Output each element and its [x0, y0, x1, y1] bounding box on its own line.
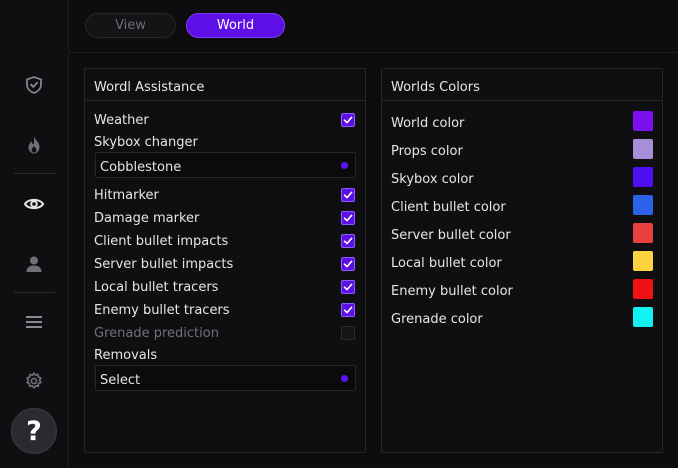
- tab-world[interactable]: World: [186, 13, 285, 38]
- world-assistance-panel: Wordl Assistance Weather Skybox changer …: [84, 68, 366, 453]
- server-bullet-color-row: Server bullet color: [391, 223, 653, 244]
- local-bullet-color-label: Local bullet color: [391, 256, 502, 271]
- hitmarker-row: Hitmarker: [94, 188, 355, 204]
- props-color-swatch[interactable]: [633, 139, 653, 159]
- top-bar: View World: [69, 0, 678, 53]
- props-color-row: Props color: [391, 139, 653, 160]
- server-bullet-color-swatch[interactable]: [633, 223, 653, 243]
- skybox-color-swatch[interactable]: [633, 167, 653, 187]
- panel-title: Wordl Assistance: [85, 69, 365, 101]
- weather-checkbox[interactable]: [341, 113, 355, 127]
- removals-select[interactable]: Select: [95, 365, 356, 391]
- enemy-bullet-tracers-checkbox[interactable]: [341, 303, 355, 317]
- enemy-bullet-tracers-row: Enemy bullet tracers: [94, 303, 355, 319]
- server-bullet-impacts-row: Server bullet impacts: [94, 257, 355, 273]
- local-bullet-tracers-checkbox[interactable]: [341, 280, 355, 294]
- dropdown-dot-icon: [341, 375, 348, 382]
- enemy-bullet-color-swatch[interactable]: [633, 279, 653, 299]
- enemy-bullet-color-label: Enemy bullet color: [391, 284, 513, 299]
- skybox-changer-label: Skybox changer: [94, 135, 198, 150]
- skybox-changer-row: Skybox changer: [94, 135, 355, 151]
- damage-marker-row: Damage marker: [94, 211, 355, 227]
- user-icon[interactable]: [20, 250, 48, 278]
- local-bullet-tracers-row: Local bullet tracers: [94, 280, 355, 296]
- server-bullet-impacts-label: Server bullet impacts: [94, 257, 234, 272]
- flame-icon[interactable]: [20, 131, 48, 159]
- local-bullet-color-swatch[interactable]: [633, 251, 653, 271]
- client-bullet-impacts-label: Client bullet impacts: [94, 234, 229, 249]
- tab-view[interactable]: View: [85, 13, 176, 38]
- server-bullet-color-label: Server bullet color: [391, 228, 511, 243]
- skybox-select-value: Cobblestone: [100, 160, 182, 175]
- weather-label: Weather: [94, 113, 149, 128]
- grenade-prediction-label: Grenade prediction: [94, 326, 219, 341]
- gear-icon[interactable]: [20, 367, 48, 395]
- client-bullet-color-label: Client bullet color: [391, 200, 506, 215]
- props-color-label: Props color: [391, 144, 463, 159]
- hitmarker-label: Hitmarker: [94, 188, 159, 203]
- dropdown-dot-icon: [341, 162, 348, 169]
- removals-label: Removals: [94, 348, 158, 363]
- client-bullet-color-row: Client bullet color: [391, 195, 653, 216]
- local-bullet-tracers-label: Local bullet tracers: [94, 280, 219, 295]
- help-icon: ?: [26, 415, 42, 447]
- sidebar-divider: [14, 173, 55, 174]
- world-color-swatch[interactable]: [633, 111, 653, 131]
- skybox-color-row: Skybox color: [391, 167, 653, 188]
- skybox-select[interactable]: Cobblestone: [95, 152, 356, 178]
- panel-title: Worlds Colors: [382, 69, 662, 101]
- enemy-bullet-tracers-label: Enemy bullet tracers: [94, 303, 230, 318]
- client-bullet-color-swatch[interactable]: [633, 195, 653, 215]
- enemy-bullet-color-row: Enemy bullet color: [391, 279, 653, 300]
- eye-icon[interactable]: [20, 190, 48, 218]
- sidebar: ?: [0, 0, 69, 468]
- grenade-color-swatch[interactable]: [633, 307, 653, 327]
- damage-marker-label: Damage marker: [94, 211, 200, 226]
- menu-icon[interactable]: [20, 308, 48, 336]
- server-bullet-impacts-checkbox[interactable]: [341, 257, 355, 271]
- removals-row: Removals: [94, 348, 355, 364]
- local-bullet-color-row: Local bullet color: [391, 251, 653, 272]
- removals-select-value: Select: [100, 373, 141, 388]
- damage-marker-checkbox[interactable]: [341, 211, 355, 225]
- client-bullet-impacts-row: Client bullet impacts: [94, 234, 355, 250]
- client-bullet-impacts-checkbox[interactable]: [341, 234, 355, 248]
- shield-icon[interactable]: [20, 71, 48, 99]
- skybox-color-label: Skybox color: [391, 172, 474, 187]
- grenade-prediction-checkbox[interactable]: [341, 326, 355, 340]
- weather-row: Weather: [94, 113, 355, 129]
- grenade-prediction-row: Grenade prediction: [94, 326, 355, 342]
- world-color-row: World color: [391, 111, 653, 132]
- hitmarker-checkbox[interactable]: [341, 188, 355, 202]
- grenade-color-label: Grenade color: [391, 312, 483, 327]
- grenade-color-row: Grenade color: [391, 307, 653, 328]
- sidebar-divider: [14, 292, 55, 293]
- help-button[interactable]: ?: [11, 408, 57, 454]
- world-colors-panel: Worlds Colors World color Props color Sk…: [381, 68, 663, 453]
- world-color-label: World color: [391, 116, 465, 131]
